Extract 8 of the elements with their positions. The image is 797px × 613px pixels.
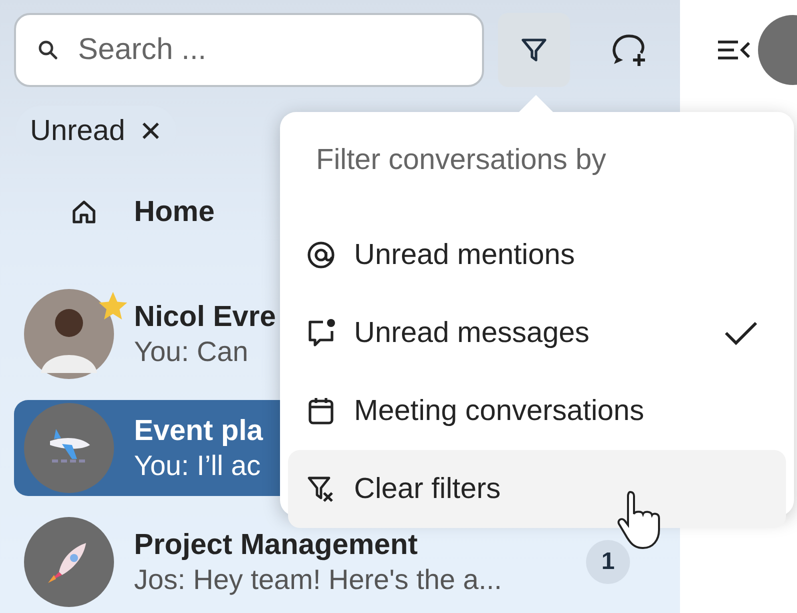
conversation-name: Project Management (134, 528, 418, 562)
menu-title: Filter conversations by (315, 143, 608, 178)
unread-count: 1 (586, 540, 630, 584)
message-preview: You: I’ll ac (134, 450, 261, 482)
conversation-name: Nicol Evre (134, 300, 276, 334)
conversation-name: Event pla (134, 414, 263, 448)
message-preview: Jos: Hey team! Here's the a... (134, 564, 502, 596)
message-preview: You: Can (134, 336, 248, 368)
